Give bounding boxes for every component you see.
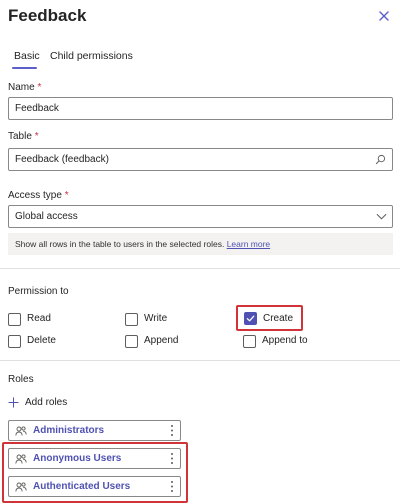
people-icon	[15, 454, 27, 464]
create-label: Create	[263, 313, 294, 324]
role-name: Anonymous Users	[33, 453, 122, 464]
role-chip-administrators[interactable]: Administrators	[8, 420, 181, 441]
tab-basic-indicator	[12, 67, 37, 69]
more-vertical-icon[interactable]	[170, 424, 174, 437]
section-divider	[0, 268, 400, 269]
tab-basic[interactable]: Basic	[14, 50, 40, 62]
append-to-checkbox[interactable]	[243, 335, 256, 348]
tab-child-permissions[interactable]: Child permissions	[50, 50, 133, 62]
table-label-text: Table	[8, 131, 32, 142]
learn-more-link[interactable]: Learn more	[227, 239, 270, 249]
name-field[interactable]: Feedback	[8, 97, 393, 120]
access-type-hint: Show all rows in the table to users in t…	[8, 233, 393, 255]
plus-icon	[8, 397, 19, 408]
role-chip-anonymous-users[interactable]: Anonymous Users	[8, 448, 181, 469]
name-label: Name *	[8, 82, 41, 93]
read-label: Read	[27, 313, 51, 324]
name-label-text: Name	[8, 82, 35, 93]
search-icon[interactable]	[375, 154, 386, 165]
roles-heading: Roles	[8, 374, 34, 385]
table-field-value: Feedback (feedback)	[15, 154, 109, 165]
more-vertical-icon[interactable]	[170, 480, 174, 493]
write-label: Write	[144, 313, 168, 324]
people-icon	[15, 426, 27, 436]
create-checkbox[interactable]	[244, 312, 257, 325]
write-checkbox[interactable]	[125, 313, 138, 326]
append-checkbox[interactable]	[125, 335, 138, 348]
name-required-mark: *	[37, 82, 42, 93]
access-type-label: Access type *	[8, 190, 69, 201]
role-chip-authenticated-users[interactable]: Authenticated Users	[8, 476, 181, 497]
panel-title: Feedback	[8, 6, 87, 25]
permission-heading: Permission to	[8, 286, 69, 297]
add-roles-label: Add roles	[25, 397, 68, 408]
read-checkbox[interactable]	[8, 313, 21, 326]
table-field[interactable]: Feedback (feedback)	[8, 148, 393, 171]
append-to-label: Append to	[262, 335, 308, 346]
table-label: Table *	[8, 131, 39, 142]
checkmark-icon	[246, 315, 255, 322]
delete-label: Delete	[27, 335, 56, 346]
access-type-hint-text: Show all rows in the table to users in t…	[15, 239, 225, 249]
people-icon	[15, 482, 27, 492]
access-type-label-text: Access type	[8, 190, 62, 201]
role-name: Authenticated Users	[33, 481, 131, 492]
access-type-dropdown[interactable]: Global access	[8, 205, 393, 228]
append-label: Append	[144, 335, 179, 346]
access-type-required-mark: *	[64, 190, 69, 201]
close-icon[interactable]	[376, 8, 392, 24]
section-divider-2	[0, 360, 400, 361]
delete-checkbox[interactable]	[8, 335, 21, 348]
chevron-down-icon	[376, 213, 387, 220]
access-type-value: Global access	[15, 211, 78, 222]
table-required-mark: *	[34, 131, 39, 142]
role-name: Administrators	[33, 425, 105, 436]
more-vertical-icon[interactable]	[170, 452, 174, 465]
